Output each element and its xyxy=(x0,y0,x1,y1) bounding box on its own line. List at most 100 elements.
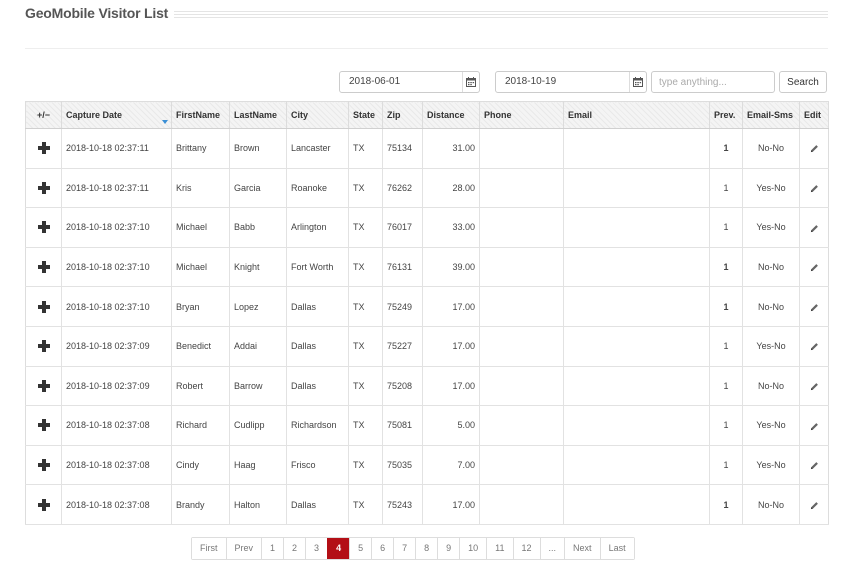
page-number-button[interactable]: 8 xyxy=(415,538,438,559)
zip-cell: 75134 xyxy=(382,128,423,169)
page-number-button[interactable]: 1 xyxy=(261,538,284,559)
col-email[interactable]: Email xyxy=(563,101,710,129)
table-row[interactable]: 2018-10-18 02:37:09 Robert Barrow Dallas TX 7… xyxy=(25,366,829,407)
col-state[interactable]: State xyxy=(348,101,383,129)
edit-cell[interactable] xyxy=(799,286,829,327)
plus-icon[interactable] xyxy=(37,419,50,432)
email-cell xyxy=(563,247,710,288)
pencil-icon[interactable] xyxy=(810,222,819,232)
col-prev[interactable]: Prev. xyxy=(709,101,743,129)
col-zip[interactable]: Zip xyxy=(382,101,423,129)
pencil-icon[interactable] xyxy=(810,183,819,193)
table-row[interactable]: 2018-10-18 02:37:08 Cindy Haag Frisco TX 7503… xyxy=(25,445,829,486)
page-number-button[interactable]: 9 xyxy=(437,538,460,559)
page-number-button[interactable]: 3 xyxy=(305,538,328,559)
table-row[interactable]: 2018-10-18 02:37:09 Benedict Addai Dallas TX… xyxy=(25,326,829,367)
edit-cell[interactable] xyxy=(799,484,829,525)
table-row[interactable]: 2018-10-18 02:37:08 Brandy Halton Dallas TX 7… xyxy=(25,484,829,525)
pencil-icon[interactable] xyxy=(810,262,819,272)
page-number-button[interactable]: 10 xyxy=(459,538,487,559)
expand-cell[interactable] xyxy=(25,247,62,288)
page-number-button[interactable]: 7 xyxy=(393,538,416,559)
pencil-icon[interactable] xyxy=(810,341,819,351)
edit-cell[interactable] xyxy=(799,326,829,367)
pencil-icon[interactable] xyxy=(810,143,819,153)
col-email-sms[interactable]: Email-Sms xyxy=(742,101,800,129)
search-button[interactable]: Search xyxy=(779,71,827,93)
email-cell xyxy=(563,405,710,446)
page-number-button[interactable]: 11 xyxy=(486,538,513,559)
edit-cell[interactable] xyxy=(799,128,829,169)
expand-cell[interactable] xyxy=(25,207,62,248)
calendar-icon[interactable] xyxy=(462,72,479,92)
email-cell xyxy=(563,207,710,248)
pencil-icon[interactable] xyxy=(810,302,819,312)
calendar-icon[interactable] xyxy=(629,72,646,92)
plus-icon[interactable] xyxy=(37,340,50,353)
page-number-button[interactable]: 4 xyxy=(327,538,350,559)
expand-cell[interactable] xyxy=(25,326,62,367)
expand-cell[interactable] xyxy=(25,366,62,407)
firstname-cell: Michael xyxy=(171,207,230,248)
search-input[interactable] xyxy=(651,71,775,93)
zip-cell: 76131 xyxy=(382,247,423,288)
plus-icon[interactable] xyxy=(37,221,50,234)
edit-cell[interactable] xyxy=(799,168,829,209)
page-prev-button[interactable]: Prev xyxy=(225,538,262,559)
expand-cell[interactable] xyxy=(25,484,62,525)
expand-cell[interactable] xyxy=(25,286,62,327)
col-expand[interactable]: +/− xyxy=(25,101,62,129)
table-header-row: +/− Capture Date FirstName LastName City… xyxy=(25,101,829,129)
pencil-icon[interactable] xyxy=(810,381,819,391)
edit-cell[interactable] xyxy=(799,405,829,446)
page-last-button[interactable]: Last xyxy=(599,538,634,559)
col-lastname[interactable]: LastName xyxy=(229,101,287,129)
page-number-button[interactable]: 5 xyxy=(349,538,372,559)
edit-cell[interactable] xyxy=(799,366,829,407)
pencil-icon[interactable] xyxy=(810,500,819,510)
email-cell xyxy=(563,326,710,367)
distance-cell: 33.00 xyxy=(422,207,480,248)
col-distance[interactable]: Distance xyxy=(422,101,480,129)
capture-date-cell: 2018-10-18 02:37:09 xyxy=(61,366,172,407)
phone-cell xyxy=(479,247,564,288)
table-row[interactable]: 2018-10-18 02:37:11 Brittany Brown Lancaste… xyxy=(25,128,829,169)
page-number-button[interactable]: 12 xyxy=(512,538,540,559)
plus-icon[interactable] xyxy=(37,261,50,274)
pencil-icon[interactable] xyxy=(810,420,819,430)
page-next-button[interactable]: Next xyxy=(564,538,600,559)
pencil-icon[interactable] xyxy=(810,460,819,470)
table-row[interactable]: 2018-10-18 02:37:11 Kris Garcia Roanoke TX 76… xyxy=(25,168,829,209)
expand-cell[interactable] xyxy=(25,445,62,486)
table-row[interactable]: 2018-10-18 02:37:10 Michael Babb Arlington T… xyxy=(25,207,829,248)
col-city[interactable]: City xyxy=(286,101,349,129)
table-row[interactable]: 2018-10-18 02:37:10 Bryan Lopez Dallas TX 752… xyxy=(25,286,829,327)
col-firstname[interactable]: FirstName xyxy=(171,101,230,129)
page-number-button[interactable]: 2 xyxy=(283,538,306,559)
edit-cell[interactable] xyxy=(799,247,829,288)
city-cell: Roanoke xyxy=(286,168,349,209)
city-cell: Dallas xyxy=(286,286,349,327)
plus-icon[interactable] xyxy=(37,379,50,392)
date-from-field[interactable]: 2018-06-01 xyxy=(339,71,480,93)
col-capture-date[interactable]: Capture Date xyxy=(61,101,172,129)
expand-cell[interactable] xyxy=(25,405,62,446)
edit-cell[interactable] xyxy=(799,207,829,248)
table-row[interactable]: 2018-10-18 02:37:10 Michael Knight Fort Wor… xyxy=(25,247,829,288)
state-cell: TX xyxy=(348,405,383,446)
plus-icon[interactable] xyxy=(37,498,50,511)
col-phone[interactable]: Phone xyxy=(479,101,564,129)
table-row[interactable]: 2018-10-18 02:37:08 Richard Cudlipp Richard… xyxy=(25,405,829,446)
edit-cell[interactable] xyxy=(799,445,829,486)
plus-icon[interactable] xyxy=(37,459,50,472)
page-first-button[interactable]: First xyxy=(192,538,226,559)
expand-cell[interactable] xyxy=(25,168,62,209)
plus-icon[interactable] xyxy=(37,181,50,194)
lastname-cell: Garcia xyxy=(229,168,287,209)
expand-cell[interactable] xyxy=(25,128,62,169)
date-to-field[interactable]: 2018-10-19 xyxy=(495,71,647,93)
plus-icon[interactable] xyxy=(37,300,50,313)
page-number-button[interactable]: 6 xyxy=(371,538,394,559)
plus-icon[interactable] xyxy=(37,142,50,155)
page-title: GeoMobile Visitor List xyxy=(25,5,175,21)
